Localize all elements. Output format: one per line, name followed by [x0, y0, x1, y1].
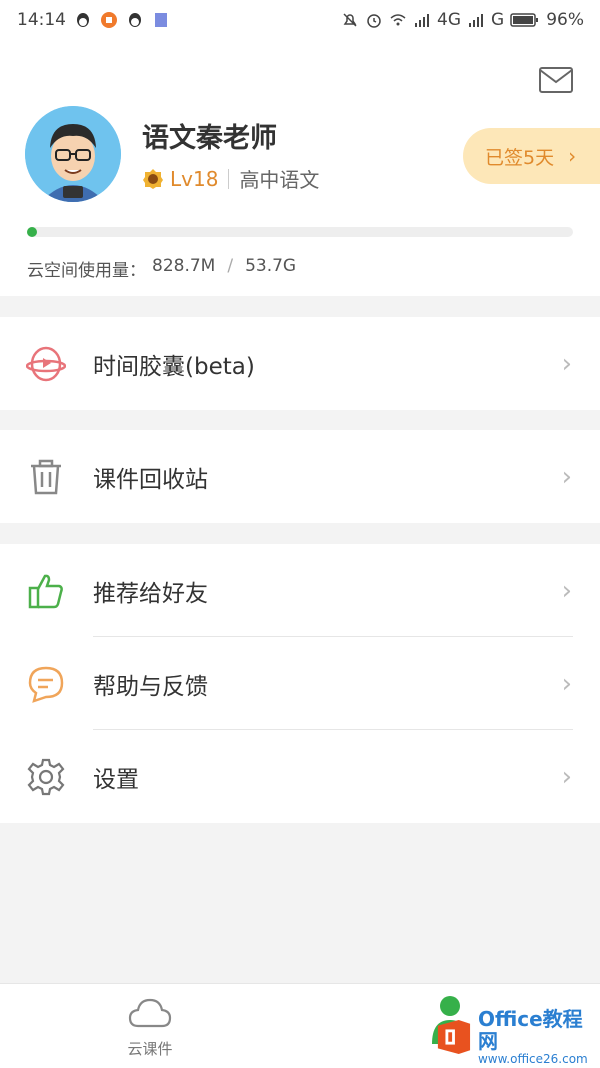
level-row: Lv18 高中语文 — [142, 164, 319, 193]
battery-percent: 96% — [546, 10, 584, 30]
signal-icon — [469, 14, 484, 27]
trash-icon — [31, 459, 61, 494]
thumbs-up-icon — [28, 574, 63, 608]
storage-total: 53.7G — [245, 256, 297, 276]
watermark-url: www.office26.com — [477, 1052, 588, 1066]
status-network: 4G — [437, 10, 462, 30]
user-name: 语文秦老师 — [142, 123, 277, 154]
storage-label: 云空间使用量： — [27, 261, 146, 281]
notes-icon — [155, 13, 167, 27]
menu-label: 时间胶囊(beta) — [93, 353, 255, 380]
menu-group-capsule: 时间胶囊(beta) › — [0, 317, 600, 410]
avatar-illustration-icon — [25, 106, 121, 202]
storage-slash: / — [227, 256, 234, 276]
menu-label: 设置 — [93, 766, 139, 793]
menu-item-recycle-bin[interactable]: 课件回收站 › — [0, 430, 600, 523]
checkin-label: 已签5天 — [485, 146, 555, 169]
chevron-right-icon: › — [561, 575, 572, 606]
user-subject: 高中语文 — [239, 168, 320, 192]
menu-item-settings[interactable]: 设置 › — [0, 730, 600, 823]
storage-progress-fill — [27, 227, 37, 237]
status-bar: 14:14 4G G 96% — [0, 0, 600, 40]
office-logo-icon — [437, 1019, 471, 1055]
signal-icon — [415, 14, 430, 27]
menu-item-recommend[interactable]: 推荐给好友 › — [0, 544, 600, 637]
status-network-2: G — [491, 10, 505, 30]
avatar[interactable] — [25, 106, 121, 202]
chevron-right-icon: › — [561, 668, 572, 699]
menu-group-trash: 课件回收站 › — [0, 430, 600, 523]
menu-label: 帮助与反馈 — [93, 673, 208, 700]
checkin-button[interactable]: 已签5天 › — [463, 128, 600, 184]
tab-cloud-courseware[interactable]: 云课件 — [108, 996, 192, 1059]
chat-bubble-icon — [28, 666, 64, 703]
battery-icon — [510, 13, 539, 27]
storage-used: 828.7M — [152, 256, 216, 276]
alarm-icon — [367, 14, 381, 28]
watermark: Office教程网 www.office26.com — [436, 1008, 596, 1066]
app-icon — [101, 12, 117, 28]
chevron-right-icon: › — [561, 348, 572, 379]
menu-group-general: 推荐给好友 › 帮助与反馈 › 设置 › — [0, 544, 600, 823]
menu-item-time-capsule[interactable]: 时间胶囊(beta) › — [0, 317, 600, 410]
status-time: 14:14 — [17, 10, 66, 30]
chevron-right-icon: › — [561, 461, 572, 492]
gear-icon — [27, 758, 65, 795]
watermark-title: Office教程网 — [477, 1007, 583, 1053]
chevron-right-icon: › — [568, 144, 577, 168]
menu-label: 推荐给好友 — [93, 580, 208, 607]
qq-icon — [77, 13, 89, 27]
level-badge-icon — [143, 168, 163, 189]
cloud-icon — [128, 998, 172, 1028]
watermark-text: Office教程网 www.office26.com — [478, 1008, 596, 1066]
profile-card: 语文秦老师 Lv18 高中语文 已签5天 › 云空间使用量： 828.7M / … — [0, 40, 600, 296]
chevron-right-icon: › — [561, 761, 572, 792]
status-bar-left: 14:14 — [0, 10, 170, 30]
qq-icon — [129, 13, 141, 27]
menu-item-help-feedback[interactable]: 帮助与反馈 › — [0, 637, 600, 730]
menu-label: 课件回收站 — [93, 466, 208, 493]
user-level: Lv18 — [170, 166, 219, 191]
capsule-icon — [26, 346, 66, 381]
mute-icon — [343, 13, 357, 27]
storage-progress-bar — [27, 227, 573, 237]
status-bar-right: 4G G 96% — [341, 10, 600, 30]
mail-icon[interactable] — [538, 66, 574, 94]
divider — [228, 168, 230, 189]
tab-label: 云课件 — [127, 1040, 173, 1058]
storage-usage: 云空间使用量： 828.7M / 53.7G — [27, 256, 296, 281]
wifi-icon — [390, 14, 406, 26]
